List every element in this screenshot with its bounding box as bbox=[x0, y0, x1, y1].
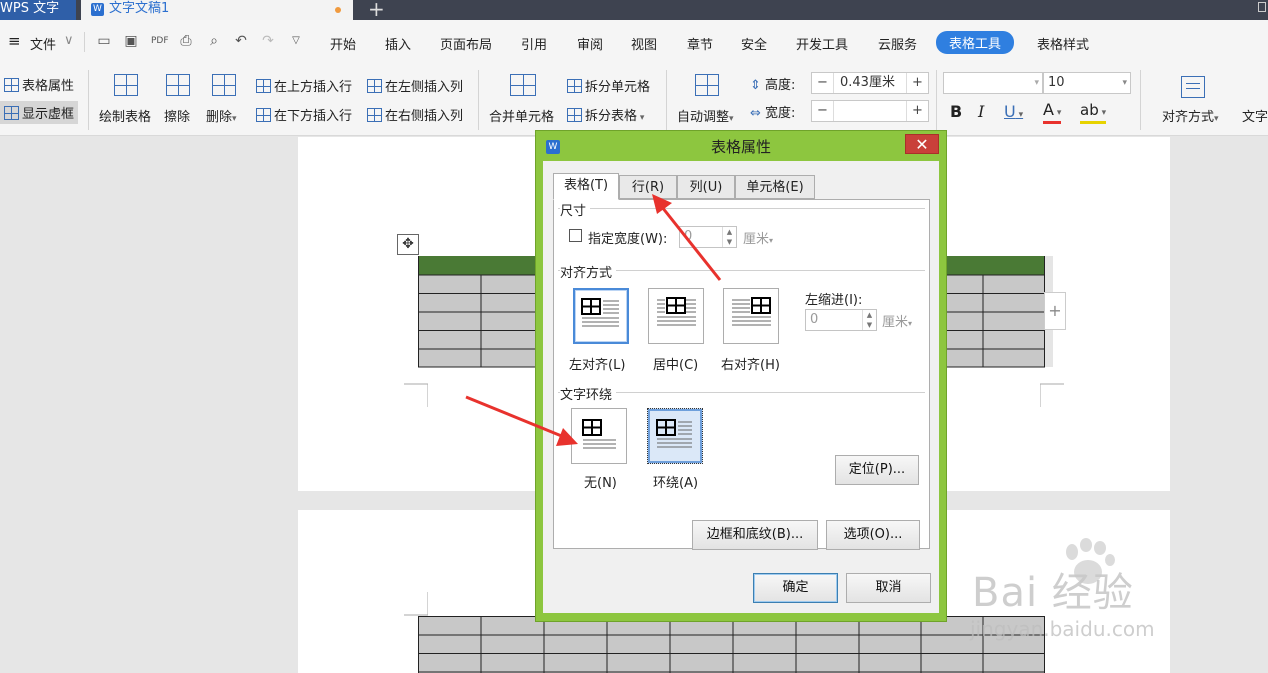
tab-table[interactable]: 表格(T) bbox=[553, 173, 619, 200]
arrow-to-row-tab bbox=[652, 194, 722, 281]
baidu-watermark-url: jingyan.baidu.com bbox=[970, 617, 1155, 641]
arrow-to-wrap-none bbox=[465, 395, 578, 446]
baidu-paw-icon bbox=[1066, 538, 1115, 584]
